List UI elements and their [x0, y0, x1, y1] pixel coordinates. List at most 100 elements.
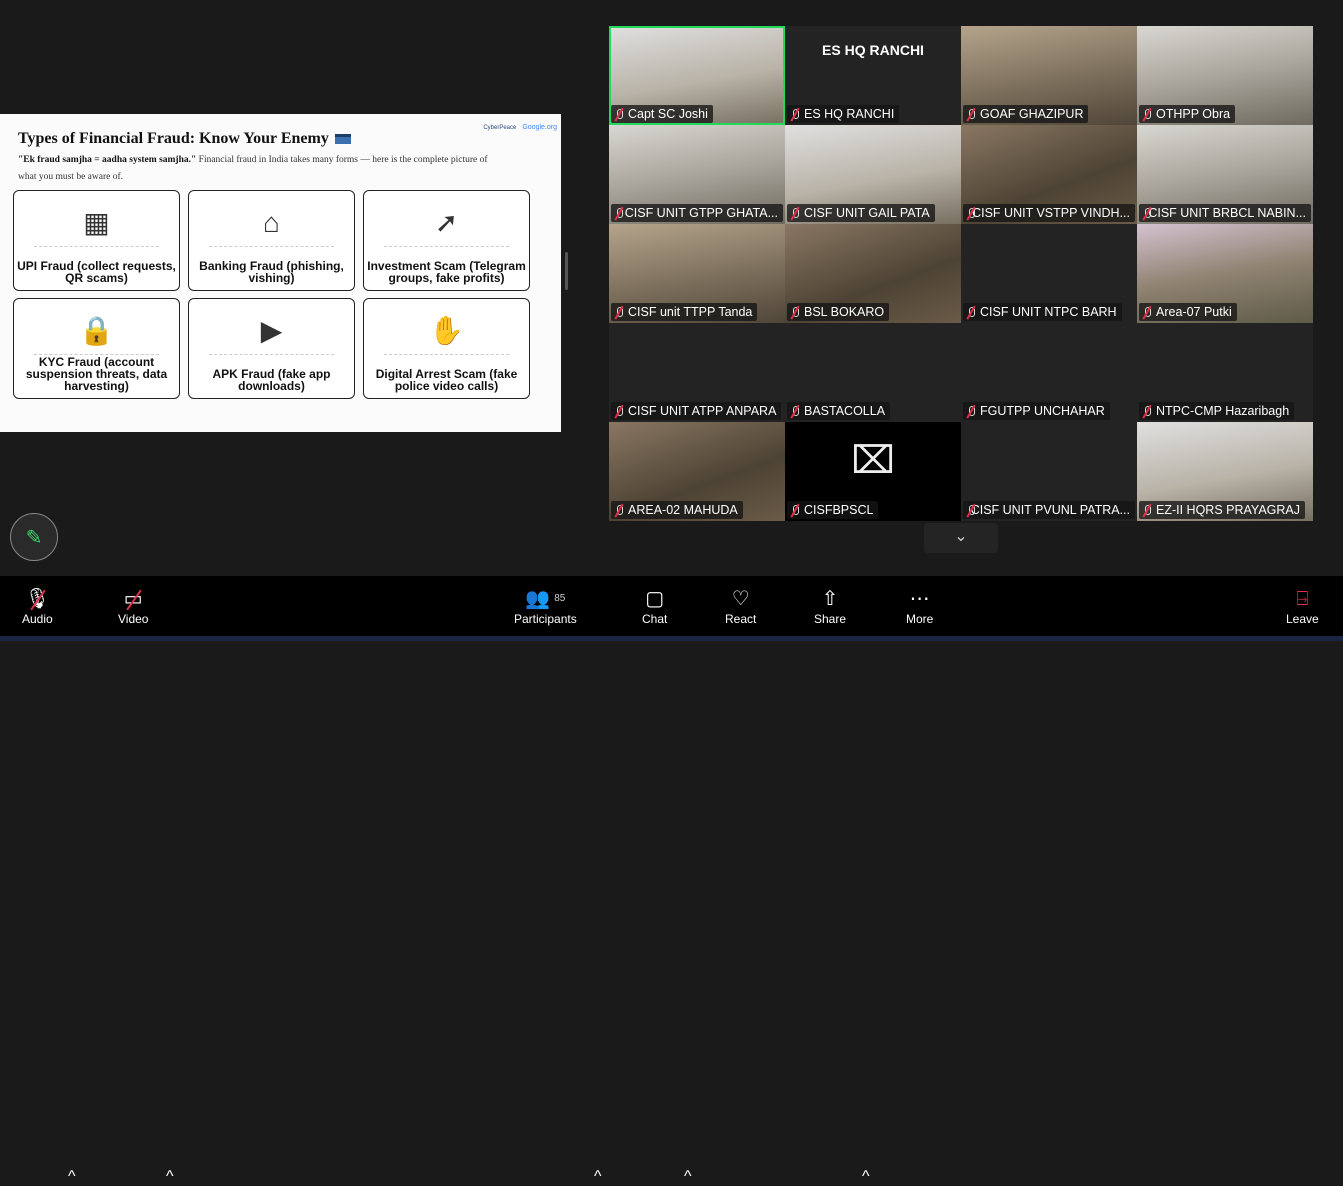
- participant-tile[interactable]: CISF UNIT BRBCL NABIN...: [1137, 125, 1313, 224]
- participant-tile[interactable]: Capt SC Joshi: [609, 26, 785, 125]
- video-options-caret[interactable]: ^: [166, 1168, 174, 1186]
- microphone-muted-icon: [790, 306, 800, 319]
- microphone-muted-icon: [1142, 405, 1152, 418]
- fraud-type-card: ▶ APK Fraud (fake app downloads): [188, 298, 355, 399]
- id-lock-icon: 🔒: [34, 307, 159, 355]
- microphone-muted-icon: [790, 504, 800, 517]
- gallery-next-page-button[interactable]: ⌄: [924, 523, 998, 553]
- participant-tile[interactable]: Area-07 Putki: [1137, 224, 1313, 323]
- participant-tile[interactable]: AREA-02 MAHUDA: [609, 422, 785, 521]
- participants-options-caret[interactable]: ^: [594, 1168, 602, 1186]
- fraud-type-card: ➚ Investment Scam (Telegram groups, fake …: [363, 190, 530, 291]
- microphone-muted-icon: [966, 108, 976, 121]
- video-button[interactable]: ▭Video: [118, 586, 148, 626]
- participant-name-label: OTHPP Obra: [1139, 105, 1236, 123]
- phone-app-icon: ▶: [209, 307, 334, 355]
- participant-name-label: CISF UNIT GTPP GHATA...: [611, 204, 783, 222]
- microphone-muted-icon: [1142, 306, 1152, 319]
- split-view-divider[interactable]: [565, 252, 568, 290]
- sponsor-logos: CyberPeace Google.org: [483, 124, 557, 131]
- camera-off-icon: ⌧: [851, 440, 895, 482]
- participant-name-label: ES HQ RANCHI: [787, 105, 900, 123]
- microphone-muted-icon: [966, 306, 976, 319]
- participant-tile[interactable]: GOAF GHAZIPUR: [961, 26, 1137, 125]
- share-options-caret[interactable]: ^: [862, 1168, 870, 1186]
- participant-tile[interactable]: CISF UNIT GAIL PATA: [785, 125, 961, 224]
- microphone-muted-icon: [966, 405, 976, 418]
- microphone-muted-icon: [790, 405, 800, 418]
- share-button[interactable]: ⇧ Share: [814, 586, 846, 626]
- participant-name-label: CISF UNIT NTPC BARH: [963, 303, 1122, 321]
- fraud-type-label: APK Fraud (fake app downloads): [212, 367, 331, 393]
- participant-name-label: NTPC-CMP Hazaribagh: [1139, 402, 1295, 420]
- meeting-toolbar: 🎙Audio ^ ▭Video ^ 👥85Participants ^ ▢Cha…: [0, 576, 1343, 1185]
- participant-name-label: CISF UNIT BRBCL NABIN...: [1139, 204, 1311, 222]
- participant-tile[interactable]: OTHPP Obra: [1137, 26, 1313, 125]
- microphone-muted-icon: [614, 504, 624, 517]
- microphone-muted-icon: [614, 108, 624, 121]
- participants-button[interactable]: 👥 85 Participants: [514, 586, 577, 626]
- annotate-pencil-button[interactable]: ✎: [10, 513, 58, 561]
- participants-icon: 👥 85: [525, 588, 566, 610]
- microphone-muted-icon: [966, 207, 976, 220]
- fraud-type-label: Digital Arrest Scam (fake police video c…: [375, 367, 518, 393]
- shared-screen-slide: Types of Financial Fraud: Know Your Enem…: [0, 114, 561, 432]
- microphone-muted-icon: [614, 207, 623, 220]
- microphone-muted-icon: [614, 405, 624, 418]
- participant-tile[interactable]: ⌧ CISFBPSCL: [785, 422, 961, 521]
- fraud-type-label: KYC Fraud (account suspension threats, d…: [25, 355, 168, 393]
- participant-name-label: BASTACOLLA: [787, 402, 891, 420]
- participant-tile[interactable]: CISF unit TTPP Tanda: [609, 224, 785, 323]
- participant-display-name: ES HQ RANCHI: [822, 41, 924, 58]
- fraud-type-card: ▦ UPI Fraud (collect requests, QR scams): [13, 190, 180, 291]
- microphone-muted-icon: [790, 108, 800, 121]
- pencil-icon: ✎: [25, 526, 43, 549]
- react-button[interactable]: ♡ React: [725, 586, 756, 626]
- fraud-type-card: 🔒 KYC Fraud (account suspension threats, …: [13, 298, 180, 399]
- participant-tile[interactable]: FGUTPP UNCHAHAR: [961, 323, 1137, 422]
- fraud-type-label: Investment Scam (Telegram groups, fake p…: [367, 259, 526, 285]
- fraud-type-label: UPI Fraud (collect requests, QR scams): [17, 259, 176, 285]
- microphone-muted-icon: [966, 504, 973, 517]
- participant-name-label: AREA-02 MAHUDA: [611, 501, 743, 519]
- leave-door-icon: ⍈: [1296, 588, 1309, 610]
- chat-button[interactable]: ▢ Chat: [642, 586, 667, 626]
- participant-tile[interactable]: CISF UNIT PVUNL PATRA...: [961, 422, 1137, 521]
- bank-phishing-icon: ⌂: [209, 199, 334, 247]
- participant-name-label: CISF UNIT PVUNL PATRA...: [963, 501, 1135, 519]
- police-video-icon: ✋: [384, 307, 509, 355]
- participant-name-label: CISF unit TTPP Tanda: [611, 303, 758, 321]
- audio-button[interactable]: 🎙Audio: [22, 586, 53, 626]
- participant-tile[interactable]: NTPC-CMP Hazaribagh: [1137, 323, 1313, 422]
- microphone-muted-icon: [790, 207, 800, 220]
- participant-name-label: CISF UNIT VSTPP VINDH...: [963, 204, 1135, 222]
- participant-name-label: CISFBPSCL: [787, 501, 879, 519]
- participant-tile[interactable]: CISF UNIT ATPP ANPARA: [609, 323, 785, 422]
- more-button[interactable]: ⋯ More: [906, 586, 933, 626]
- audio-options-caret[interactable]: ^: [68, 1168, 76, 1186]
- participant-tile[interactable]: CISF UNIT NTPC BARH: [961, 224, 1137, 323]
- telegram-chart-icon: ➚: [384, 199, 509, 247]
- participant-tile[interactable]: BASTACOLLA: [785, 323, 961, 422]
- microphone-muted-icon: [1142, 207, 1153, 220]
- participant-name-label: Area-07 Putki: [1139, 303, 1237, 321]
- participant-name-label: EZ-II HQRS PRAYAGRAJ: [1139, 501, 1306, 519]
- participant-name-label: FGUTPP UNCHAHAR: [963, 402, 1110, 420]
- participant-tile[interactable]: CISF UNIT GTPP GHATA...: [609, 125, 785, 224]
- chat-options-caret[interactable]: ^: [684, 1168, 692, 1186]
- qr-phone-icon: ▦: [34, 199, 159, 247]
- fraud-type-card: ✋ Digital Arrest Scam (fake police video …: [363, 298, 530, 399]
- participant-tile[interactable]: BSL BOKARO: [785, 224, 961, 323]
- participant-name-label: BSL BOKARO: [787, 303, 890, 321]
- more-ellipsis-icon: ⋯: [909, 588, 930, 610]
- leave-button[interactable]: ⍈ Leave: [1286, 586, 1319, 626]
- participant-name-label: GOAF GHAZIPUR: [963, 105, 1089, 123]
- microphone-muted-icon: [1142, 108, 1152, 121]
- credit-card-icon: [334, 134, 351, 145]
- participant-tile[interactable]: CISF UNIT VSTPP VINDH...: [961, 125, 1137, 224]
- participant-name-label: Capt SC Joshi: [611, 105, 713, 123]
- fraud-type-label: Banking Fraud (phishing, vishing): [199, 259, 344, 285]
- participant-tile[interactable]: ES HQ RANCHI ES HQ RANCHI: [785, 26, 961, 125]
- participant-tile[interactable]: EZ-II HQRS PRAYAGRAJ: [1137, 422, 1313, 521]
- slide-subtitle: "Ek fraud samjha = aadha system samjha."…: [18, 155, 488, 182]
